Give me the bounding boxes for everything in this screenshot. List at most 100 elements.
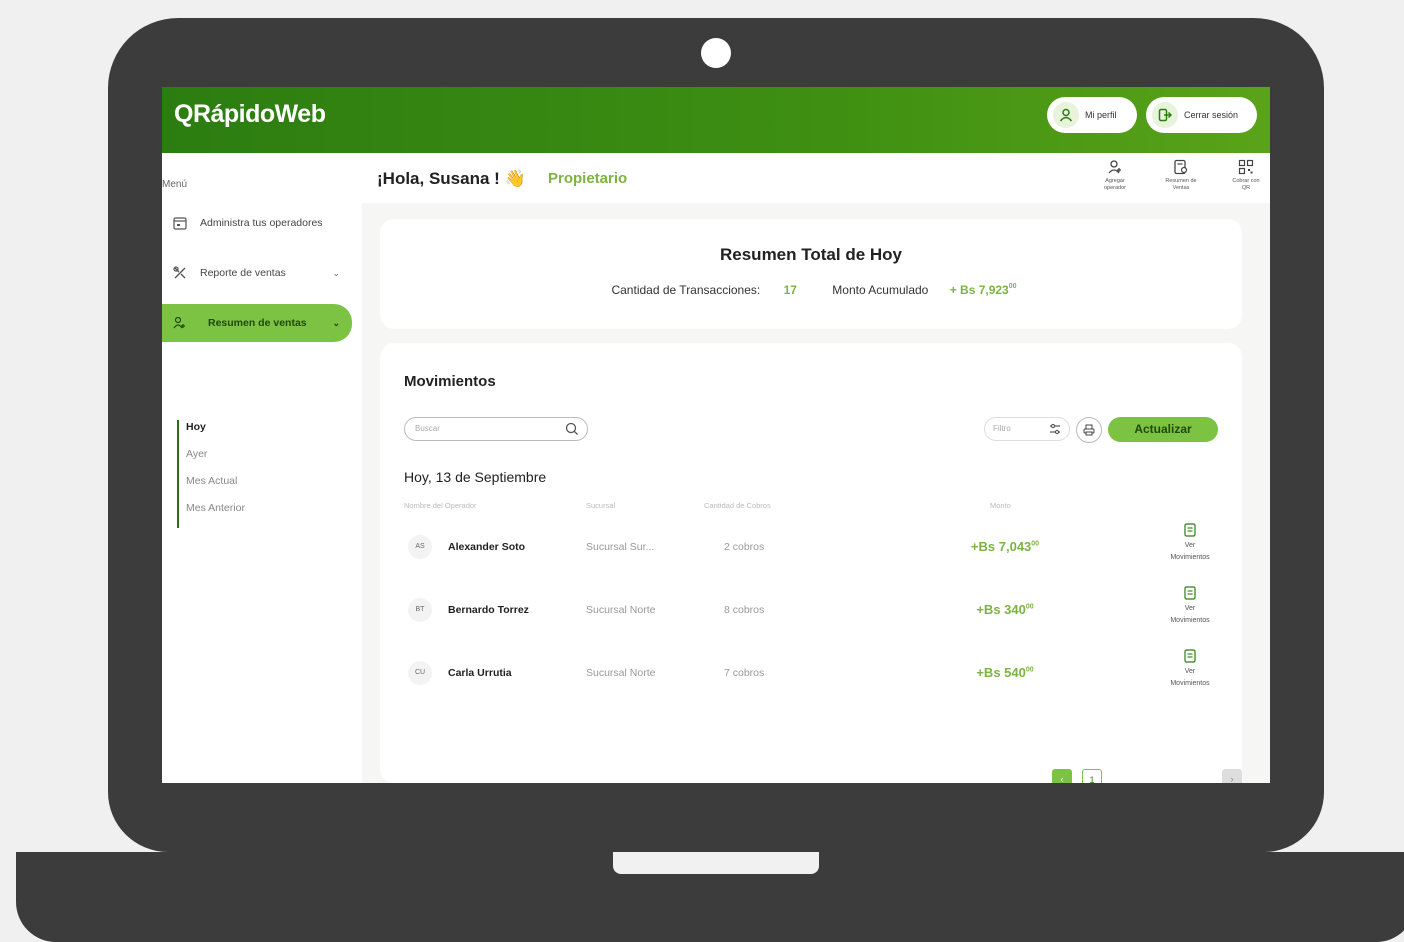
filter-placeholder: Filtro — [993, 424, 1011, 433]
quick-action-label: Agregar — [1105, 178, 1125, 184]
sidebar-item-sales-summary[interactable]: Resumen de ventas ⌄ — [162, 304, 352, 342]
branch-name: Sucursal Norte — [586, 667, 656, 679]
summary-line: Cantidad de Transacciones: 17 Monto Acum… — [380, 283, 1242, 297]
calendar-icon — [172, 216, 188, 230]
prev-page-button[interactable]: ‹ — [1052, 769, 1072, 783]
charge-count: 2 cobros — [724, 541, 765, 553]
avatar: CU — [408, 661, 432, 685]
summary-card: Resumen Total de Hoy Cantidad de Transac… — [380, 219, 1242, 329]
tools-icon — [172, 266, 188, 280]
row-amount-main: +Bs 540 — [976, 665, 1026, 680]
amount-cents: 00 — [1008, 283, 1017, 290]
sidebar-item-operators[interactable]: Administra tus operadores — [162, 205, 352, 241]
row-amount: +Bs 7,04300 — [940, 539, 1070, 554]
column-header-count: Cantidad de Cobros — [704, 501, 771, 510]
avatar: BT — [408, 598, 432, 622]
quick-action-label: operador — [1103, 185, 1127, 191]
refresh-button[interactable]: Actualizar — [1108, 417, 1218, 442]
view-label: Movimientos — [1170, 680, 1210, 687]
column-header-operator: Nombre del Operador — [404, 501, 477, 510]
document-icon — [1184, 523, 1196, 537]
profile-label: Mi perfil — [1085, 110, 1117, 120]
view-label: Movimientos — [1170, 617, 1210, 624]
chevron-down-icon: ⌄ — [332, 267, 340, 278]
branch-name: Sucursal Sur... — [586, 541, 655, 553]
branch-name: Sucursal Norte — [586, 604, 656, 616]
profile-button[interactable]: Mi perfil — [1047, 97, 1137, 133]
movements-card: Movimientos Buscar Filtro Actualizar Hoy… — [380, 343, 1242, 783]
filter-input[interactable]: Filtro — [984, 417, 1070, 441]
receipt-search-icon — [1174, 159, 1188, 175]
submenu-list: Hoy Ayer Mes Actual Mes Anterior — [177, 420, 245, 528]
app-logo[interactable]: QRápidoWeb — [174, 100, 326, 129]
operator-name: Bernardo Torrez — [448, 604, 529, 616]
sidebar-item-label: Resumen de ventas — [208, 317, 307, 329]
view-label: Movimientos — [1170, 554, 1210, 561]
view-label: Ver — [1184, 668, 1196, 675]
document-icon — [1184, 649, 1196, 663]
row-amount-main: +Bs 7,043 — [970, 539, 1032, 554]
camera — [701, 38, 731, 68]
operator-name: Alexander Soto — [448, 541, 526, 553]
logout-label: Cerrar sesión — [1184, 110, 1239, 120]
submenu-item-current-month[interactable]: Mes Actual — [186, 474, 245, 501]
amount-label: Monto Acumulado — [832, 283, 929, 297]
quick-action-label: Cobrar con — [1232, 178, 1260, 184]
amount-value: + Bs 7,92300 — [950, 283, 1017, 297]
view-movements-button[interactable]: Ver Movimientos — [1160, 649, 1220, 690]
users-icon — [172, 316, 188, 330]
sales-summary-action[interactable]: Resumen de Ventas — [1156, 159, 1206, 192]
quick-action-label: Resumen de — [1165, 178, 1197, 184]
sidebar-item-label: Reporte de ventas — [200, 267, 286, 279]
operator-name: Carla Urrutia — [448, 667, 512, 679]
row-amount: +Bs 54000 — [940, 665, 1070, 680]
row-amount: +Bs 34000 — [940, 602, 1070, 617]
sidebar-item-label: Administra tus operadores — [200, 217, 323, 229]
movements-title: Movimientos — [404, 373, 496, 390]
transactions-value: 17 — [783, 283, 797, 297]
add-user-icon — [1108, 160, 1121, 174]
submenu-item-today[interactable]: Hoy — [186, 420, 245, 447]
printer-icon — [1083, 424, 1095, 436]
search-icon — [565, 422, 578, 435]
row-amount-cents: 00 — [1031, 540, 1040, 548]
submenu-item-previous-month[interactable]: Mes Anterior — [186, 501, 245, 528]
date-header: Hoy, 13 de Septiembre — [404, 469, 547, 485]
greeting-bar: ¡Hola, Susana ! 👋 Propietario Agregar op… — [362, 153, 1270, 203]
screen: QRápidoWeb Mi perfil Cerrar sesión Menú … — [162, 87, 1270, 783]
table-row: CU Carla Urrutia Sucursal Norte 7 cobros… — [380, 649, 1242, 705]
amount-main: + Bs 7,923 — [949, 283, 1009, 297]
user-icon — [1053, 102, 1079, 128]
add-operator-action[interactable]: Agregar operador — [1090, 159, 1140, 192]
sliders-icon — [1050, 423, 1060, 435]
row-amount-main: +Bs 340 — [976, 602, 1026, 617]
qr-charge-action[interactable]: Cobrar con QR — [1221, 159, 1270, 192]
avatar: AS — [408, 535, 432, 559]
chevron-down-icon: ⌄ — [332, 317, 340, 328]
next-page-button[interactable]: › — [1222, 769, 1242, 783]
greeting-text: ¡Hola, Susana ! 👋 — [377, 169, 526, 188]
view-movements-button[interactable]: Ver Movimientos — [1160, 523, 1220, 564]
quick-action-label: QR — [1241, 185, 1251, 191]
print-button[interactable] — [1076, 417, 1102, 443]
summary-title: Resumen Total de Hoy — [720, 245, 902, 264]
transactions-label: Cantidad de Transacciones: — [611, 283, 761, 297]
sidebar-item-sales-report[interactable]: Reporte de ventas ⌄ — [162, 255, 352, 291]
table-row: AS Alexander Soto Sucursal Sur... 2 cobr… — [380, 523, 1242, 579]
sidebar: Menú Administra tus operadores Reporte d… — [162, 153, 362, 783]
search-placeholder: Buscar — [415, 424, 440, 433]
laptop-notch — [613, 852, 819, 874]
logout-button[interactable]: Cerrar sesión — [1146, 97, 1257, 133]
page-button-current[interactable]: 1 — [1082, 769, 1102, 783]
submenu-item-yesterday[interactable]: Ayer — [186, 447, 245, 474]
charge-count: 8 cobros — [724, 604, 765, 616]
menu-label: Menú — [162, 179, 188, 190]
qr-code-icon — [1238, 159, 1254, 175]
view-movements-button[interactable]: Ver Movimientos — [1160, 586, 1220, 627]
column-header-amount: Monto — [990, 501, 1011, 510]
quick-action-label: Ventas — [1172, 185, 1190, 191]
search-input[interactable]: Buscar — [404, 417, 588, 441]
top-bar: QRápidoWeb Mi perfil Cerrar sesión — [162, 87, 1270, 153]
charge-count: 7 cobros — [724, 667, 765, 679]
document-icon — [1184, 586, 1196, 600]
